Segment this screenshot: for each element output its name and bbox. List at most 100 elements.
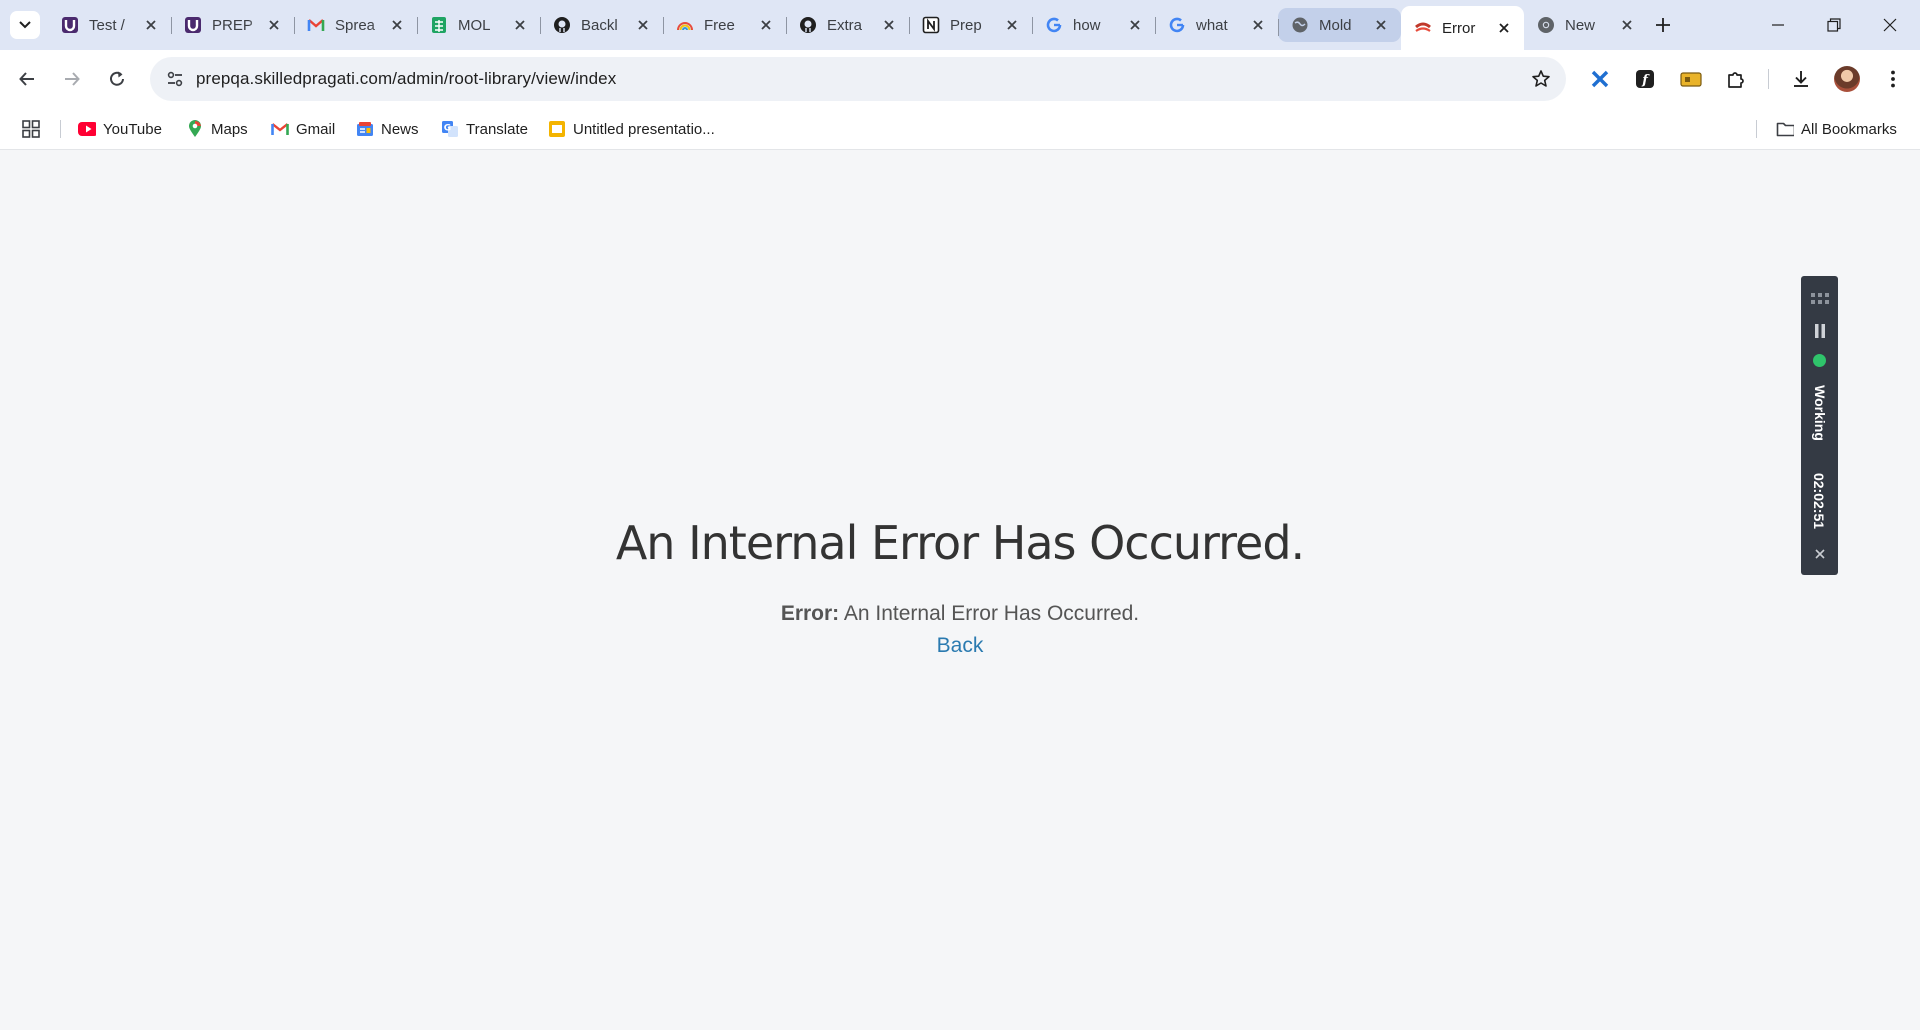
bookmark-gmail[interactable]: Gmail <box>271 118 335 140</box>
error-favicon-icon <box>1414 19 1432 37</box>
close-icon[interactable] <box>1002 15 1022 35</box>
download-icon <box>1794 71 1808 87</box>
tab[interactable]: Free <box>663 6 786 44</box>
all-bookmarks-label: All Bookmarks <box>1801 120 1897 138</box>
bookmark-label: Maps <box>211 120 248 138</box>
browser-toolbar: prepqa.skilledpragati.com/admin/root-lib… <box>0 50 1920 108</box>
google-icon <box>1168 16 1186 34</box>
close-icon[interactable] <box>756 15 776 35</box>
close-icon[interactable] <box>1125 15 1145 35</box>
error-label: Error: <box>780 602 840 625</box>
bookmark-news[interactable]: News <box>356 118 419 140</box>
tab[interactable]: New <box>1524 6 1647 44</box>
tab-title: Extra <box>827 16 863 34</box>
bookmark-label: Untitled presentatio... <box>573 120 715 138</box>
close-icon[interactable] <box>1494 18 1514 38</box>
folder-icon <box>1776 120 1794 138</box>
close-icon[interactable] <box>1248 15 1268 35</box>
bookmark-maps[interactable]: Maps <box>186 118 248 140</box>
tab[interactable]: Mold <box>1278 8 1401 42</box>
tab[interactable]: PREP <box>171 6 294 44</box>
close-window-button[interactable] <box>1862 0 1918 50</box>
close-icon[interactable] <box>510 15 530 35</box>
minimize-button[interactable] <box>1750 0 1806 50</box>
tab-title: how <box>1073 16 1101 34</box>
status-indicator <box>1813 354 1826 367</box>
avatar[interactable] <box>1834 66 1860 92</box>
close-icon[interactable] <box>879 15 899 35</box>
bookmark-star-button[interactable] <box>1528 66 1554 92</box>
tab[interactable]: Sprea <box>294 6 417 44</box>
close-icon[interactable] <box>1810 544 1830 564</box>
tab-title: Free <box>704 16 735 34</box>
bookmark-slides[interactable]: Untitled presentatio... <box>548 118 715 140</box>
page-content: An Internal Error Has Occurred. Error: A… <box>0 150 1920 1030</box>
drag-handle-icon[interactable] <box>1811 292 1829 304</box>
tab[interactable]: Backl <box>540 6 663 44</box>
reload-button[interactable] <box>100 62 134 96</box>
tab-title: Mold <box>1319 16 1352 34</box>
toolbar-separator <box>1768 69 1769 89</box>
back-link[interactable]: Back <box>937 634 984 657</box>
tab-title: Error <box>1442 19 1476 37</box>
tab-title: New <box>1565 16 1596 34</box>
star-icon <box>1532 70 1550 87</box>
extension-jira-button[interactable] <box>1585 64 1615 94</box>
tab[interactable]: Extra <box>786 6 909 44</box>
new-tab-button[interactable] <box>1650 12 1676 38</box>
site-info-icon[interactable] <box>162 66 188 92</box>
back-button[interactable] <box>10 62 44 96</box>
tab-active[interactable]: Error <box>1401 6 1524 50</box>
bookmark-youtube[interactable]: YouTube <box>78 118 162 140</box>
github-icon <box>799 16 817 34</box>
close-icon[interactable] <box>264 15 284 35</box>
restore-button[interactable] <box>1806 0 1862 50</box>
tab[interactable]: Test / <box>48 6 171 44</box>
tab[interactable]: what <box>1155 6 1278 44</box>
gmail-icon <box>307 16 325 34</box>
apps-button[interactable] <box>22 118 40 140</box>
arrow-left-icon <box>19 72 34 86</box>
close-icon[interactable] <box>633 15 653 35</box>
pause-icon[interactable] <box>1810 322 1830 340</box>
tab[interactable]: Prep <box>909 6 1032 44</box>
apps-grid-icon <box>22 120 40 138</box>
address-bar[interactable]: prepqa.skilledpragati.com/admin/root-lib… <box>150 57 1566 101</box>
rainbow-icon <box>676 16 694 34</box>
close-icon[interactable] <box>387 15 407 35</box>
github-icon <box>553 16 571 34</box>
tab-title: Prep <box>950 16 982 34</box>
error-message-line: Error: An Internal Error Has Occurred. <box>0 602 1920 626</box>
bookmarks-separator <box>1756 120 1757 138</box>
bookmark-label: News <box>381 120 419 138</box>
downloads-button[interactable] <box>1786 64 1816 94</box>
close-icon[interactable] <box>1617 15 1637 35</box>
extension-formula-button[interactable]: f <box>1630 64 1660 94</box>
restore-icon <box>1827 18 1841 32</box>
all-bookmarks-button[interactable]: All Bookmarks <box>1776 118 1897 140</box>
menu-button[interactable] <box>1878 64 1908 94</box>
maps-icon <box>186 120 204 138</box>
close-icon[interactable] <box>1371 15 1391 35</box>
forward-button[interactable] <box>55 62 89 96</box>
extensions-button[interactable] <box>1721 64 1751 94</box>
bookmark-label: Translate <box>466 120 528 138</box>
tab-title: MOL <box>458 16 491 34</box>
close-icon[interactable] <box>141 15 161 35</box>
tab[interactable]: how <box>1032 6 1155 44</box>
bookmarks-bar: YouTube Maps Gmail News G Translate Unti… <box>0 108 1920 150</box>
globe-icon <box>1291 16 1309 34</box>
url-text[interactable]: prepqa.skilledpragati.com/admin/root-lib… <box>196 69 616 89</box>
back-link-row: Back <box>0 634 1920 658</box>
tab-title: Sprea <box>335 16 376 34</box>
extension-wallet-button[interactable] <box>1676 64 1706 94</box>
time-tracker-widget[interactable]: Working 02:02:51 <box>1801 276 1838 575</box>
error-message: An Internal Error Has Occurred. <box>843 602 1140 625</box>
tab[interactable]: MOL <box>417 6 540 44</box>
bookmarks-separator <box>60 120 61 138</box>
puzzle-icon <box>1728 72 1744 88</box>
news-icon <box>356 120 374 138</box>
bookmark-translate[interactable]: G Translate <box>441 118 528 140</box>
tab-list: Test / PREP Sprea MOL Backl Free Extra P… <box>48 6 1647 50</box>
tab-search-button[interactable] <box>10 11 40 39</box>
